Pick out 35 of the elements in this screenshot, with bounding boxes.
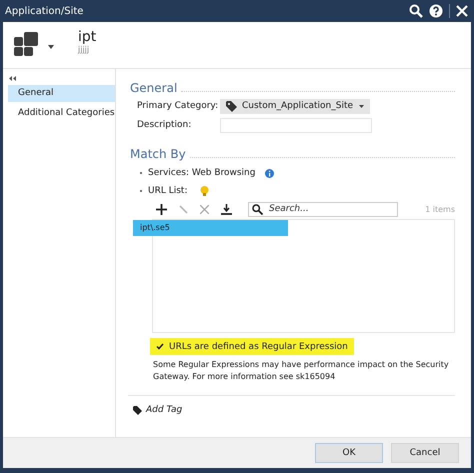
cancel-button[interactable]: Cancel	[391, 443, 459, 463]
field-label: Primary Category:	[137, 101, 220, 111]
lightbulb-icon	[200, 186, 210, 196]
window-title: Application/Site	[5, 6, 84, 16]
section-heading: General	[130, 81, 178, 95]
add-tag-link[interactable]: Add Tag	[133, 405, 455, 415]
warning-note: Some Regular Expressions may have performance impact on the Security Gateway. For more information see sk165094	[153, 359, 450, 383]
caret-icon[interactable]	[48, 45, 54, 49]
sidebar-item[interactable]: Additional Categories	[8, 105, 115, 122]
add-icon[interactable]	[156, 204, 167, 214]
caret-icon	[359, 104, 364, 108]
download-icon[interactable]	[221, 204, 232, 214]
search-icon[interactable]	[409, 4, 423, 18]
services-label: Services: Web Browsing	[148, 168, 256, 178]
application-icon[interactable]	[14, 32, 40, 56]
category-dropdown[interactable]: Custom_Application_Site	[220, 98, 370, 114]
ok-button[interactable]: OK	[315, 443, 383, 463]
sidebar-item[interactable]: General	[8, 85, 115, 102]
check-icon	[156, 343, 164, 350]
search-field[interactable]: Search...	[248, 202, 398, 216]
section-heading: Match By	[130, 147, 186, 161]
info-icon[interactable]	[265, 168, 274, 178]
object-name: ipt	[78, 29, 96, 45]
description-field[interactable]	[220, 118, 372, 132]
collapse-icon[interactable]	[9, 76, 16, 81]
close-icon[interactable]	[456, 5, 468, 17]
url-list-label: URL List:	[148, 186, 188, 196]
tag-icon	[133, 406, 142, 414]
field-label: Description:	[137, 120, 192, 130]
item-count: 1 items	[425, 204, 455, 214]
help-icon[interactable]	[429, 4, 443, 18]
regex-checkbox[interactable]: URLs are defined as Regular Expression	[150, 338, 354, 355]
object-subtitle: jjjjj	[78, 45, 90, 54]
url-row[interactable]: ipt\.se5	[133, 220, 288, 236]
tag-icon	[226, 100, 237, 112]
